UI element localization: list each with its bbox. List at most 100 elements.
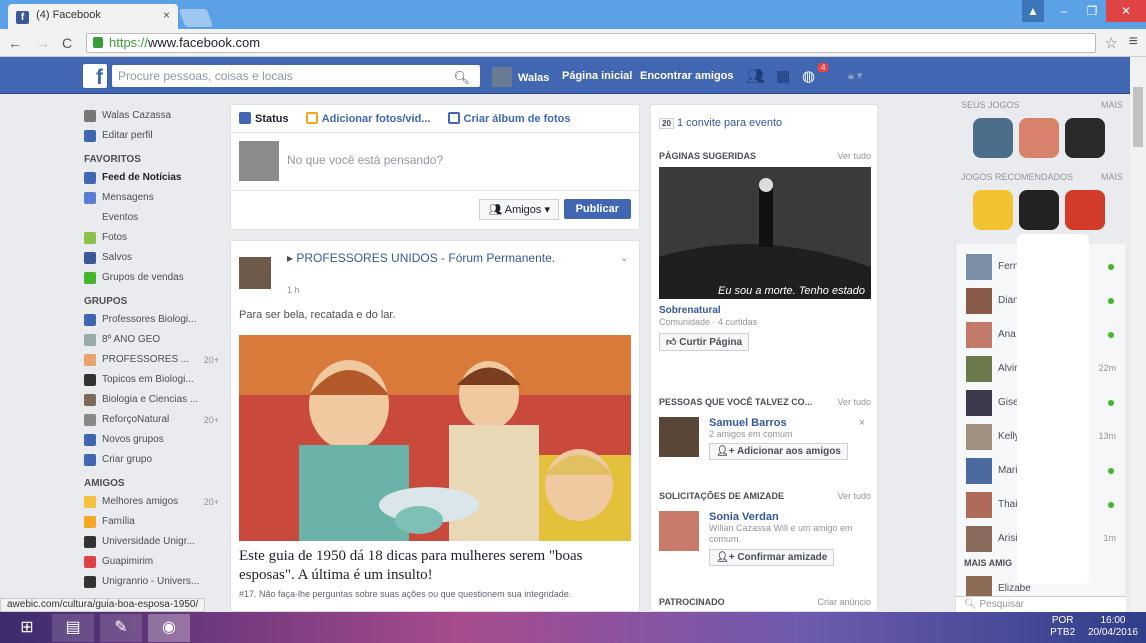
- user-name: Walas: [518, 72, 550, 84]
- post-article-subtitle: #17. Não faça-lhe perguntas sobre suas a…: [239, 589, 572, 599]
- browser-tab[interactable]: f (4) Facebook ×: [8, 4, 178, 29]
- nav-item[interactable]: Professores Biologi...: [84, 310, 219, 330]
- nav-item[interactable]: Salvos: [84, 248, 219, 268]
- search-icon[interactable]: 🔍︎: [453, 67, 470, 89]
- new-tab-button[interactable]: [178, 9, 214, 27]
- see-all-link[interactable]: Ver tudo: [837, 151, 871, 161]
- pymk-name[interactable]: Samuel Barros: [709, 417, 787, 429]
- online-indicator-icon: [1108, 298, 1114, 304]
- notifications-icon[interactable]: ◍: [802, 67, 815, 85]
- game-tile[interactable]: [1019, 190, 1059, 230]
- avatar[interactable]: [659, 417, 699, 457]
- settings-menu-icon[interactable]: 🔒︎ ▾: [848, 69, 862, 83]
- post-article-title[interactable]: Este guia de 1950 dá 18 dicas para mulhe…: [239, 547, 629, 585]
- nav-item[interactable]: Universidade Unigr...: [84, 532, 219, 552]
- chevron-down-icon[interactable]: ⌄: [620, 251, 629, 264]
- url-host: www.facebook.com: [148, 35, 261, 50]
- nav-item[interactable]: Novos grupos: [84, 430, 219, 450]
- nav-icon: [84, 434, 96, 446]
- confirm-friend-button[interactable]: 👤︎+ Confirmar amizade: [709, 549, 835, 566]
- avatar: [239, 141, 279, 181]
- game-tile[interactable]: [973, 118, 1013, 158]
- file-explorer-icon[interactable]: ▤: [52, 614, 94, 642]
- game-tile[interactable]: [1065, 118, 1105, 158]
- suggested-page-meta: Comunidade · 4 curtidas: [659, 317, 758, 327]
- close-icon[interactable]: ×: [859, 417, 865, 429]
- page-scrollbar[interactable]: [1130, 57, 1146, 612]
- more-link[interactable]: MAIS: [1101, 100, 1123, 110]
- publish-button[interactable]: Publicar: [563, 199, 631, 219]
- nav-item[interactable]: Feed de Notícias: [84, 168, 219, 188]
- url-input[interactable]: https://www.facebook.com: [86, 33, 1096, 53]
- request-name[interactable]: Sonia Verdan: [709, 511, 779, 523]
- suggested-page-name[interactable]: Sobrenatural: [659, 305, 871, 316]
- close-tab-icon[interactable]: ×: [163, 8, 170, 22]
- tab-status[interactable]: Status: [239, 112, 289, 125]
- post-image[interactable]: [239, 335, 631, 541]
- tab-create-album[interactable]: Criar álbum de fotos: [447, 112, 571, 125]
- suggested-page-image[interactable]: Eu sou a morte. Tenho estado: [659, 167, 871, 299]
- home-link[interactable]: Página inicial: [562, 70, 632, 82]
- calendar-icon: 20: [659, 118, 674, 129]
- nav-item[interactable]: Grupos de vendas: [84, 268, 219, 288]
- chat-search-input[interactable]: 🔍︎ Pesquisar: [956, 596, 1126, 612]
- nav-label: ReforçoNatural: [102, 414, 170, 425]
- minimize-button[interactable]: –: [1050, 0, 1078, 22]
- avatar[interactable]: [659, 511, 699, 551]
- avatar: [966, 288, 992, 314]
- nav-edit-profile[interactable]: Editar perfil: [84, 126, 219, 146]
- event-invite[interactable]: 20 1 convite para evento: [659, 117, 871, 129]
- nav-item[interactable]: Melhores amigos 20+: [84, 492, 219, 512]
- nav-item[interactable]: Topicos em Biologi...: [84, 370, 219, 390]
- status-input[interactable]: No que você está pensando?: [287, 153, 443, 167]
- nav-item[interactable]: Biologia e Ciencias ...: [84, 390, 219, 410]
- game-tile[interactable]: [973, 190, 1013, 230]
- add-friend-button[interactable]: 👤︎+ Adicionar aos amigos: [709, 443, 848, 460]
- post-timestamp[interactable]: 1 h: [287, 285, 300, 295]
- nav-item[interactable]: Criar grupo: [84, 450, 219, 470]
- friend-requests-icon[interactable]: 👥︎: [746, 67, 765, 85]
- find-friends-link[interactable]: Encontrar amigos: [640, 70, 734, 82]
- profile-icon[interactable]: ▲: [1022, 0, 1044, 22]
- facebook-logo-icon[interactable]: f: [83, 64, 107, 89]
- profile-link[interactable]: Walas: [492, 67, 549, 87]
- create-ad-link[interactable]: Criar anúncio: [817, 597, 871, 607]
- nav-icon: [84, 516, 96, 528]
- close-window-button[interactable]: ✕: [1106, 0, 1146, 22]
- tab-add-photos[interactable]: Adicionar fotos/vid...: [305, 112, 430, 125]
- start-button[interactable]: ⊞: [6, 614, 48, 642]
- nav-profile[interactable]: Walas Cazassa: [84, 106, 219, 126]
- publisher-icon[interactable]: ✎: [100, 614, 142, 642]
- nav-icon: [84, 334, 96, 346]
- nav-item[interactable]: Fotos: [84, 228, 219, 248]
- game-tile[interactable]: [1065, 190, 1105, 230]
- system-tray[interactable]: POR PTB2 16:00 20/04/2016: [1050, 615, 1138, 639]
- see-all-link[interactable]: Ver tudo: [837, 491, 871, 501]
- avatar[interactable]: [239, 257, 271, 289]
- bookmark-star-icon[interactable]: ☆: [1105, 34, 1118, 52]
- messages-icon[interactable]: ▦: [776, 67, 790, 85]
- reload-button[interactable]: C: [62, 35, 72, 51]
- nav-item[interactable]: Mensagens: [84, 188, 219, 208]
- game-tile[interactable]: [1019, 118, 1059, 158]
- nav-item[interactable]: 8º ANO GEO: [84, 330, 219, 350]
- nav-item[interactable]: Família: [84, 512, 219, 532]
- more-link[interactable]: MAIS: [1101, 172, 1123, 182]
- nav-item[interactable]: Unigranrio - Univers...: [84, 572, 219, 592]
- back-button[interactable]: ←: [8, 35, 22, 51]
- nav-item[interactable]: Eventos: [84, 208, 219, 228]
- scrollbar-thumb[interactable]: [1133, 87, 1143, 147]
- chrome-menu-icon[interactable]: ≡: [1129, 33, 1138, 51]
- nav-item[interactable]: Guapimirim: [84, 552, 219, 572]
- maximize-button[interactable]: ❐: [1078, 0, 1106, 22]
- post-group-link[interactable]: ▸ PROFESSORES UNIDOS - Fórum Permanente.: [287, 251, 577, 265]
- like-page-button[interactable]: 👍︎ Curtir Página: [659, 333, 750, 351]
- chrome-icon[interactable]: ◉: [148, 614, 190, 642]
- tray-date: 20/04/2016: [1087, 627, 1138, 638]
- audience-select[interactable]: 👥︎ Amigos ▾: [479, 199, 559, 220]
- nav-item[interactable]: ReforçoNatural 20+: [84, 410, 219, 430]
- search-input[interactable]: Procure pessoas, coisas e locais 🔍︎: [112, 65, 480, 87]
- nav-item[interactable]: PROFESSORES ... 20+: [84, 350, 219, 370]
- see-all-link[interactable]: Ver tudo: [837, 397, 871, 407]
- forward-button[interactable]: →: [36, 35, 50, 51]
